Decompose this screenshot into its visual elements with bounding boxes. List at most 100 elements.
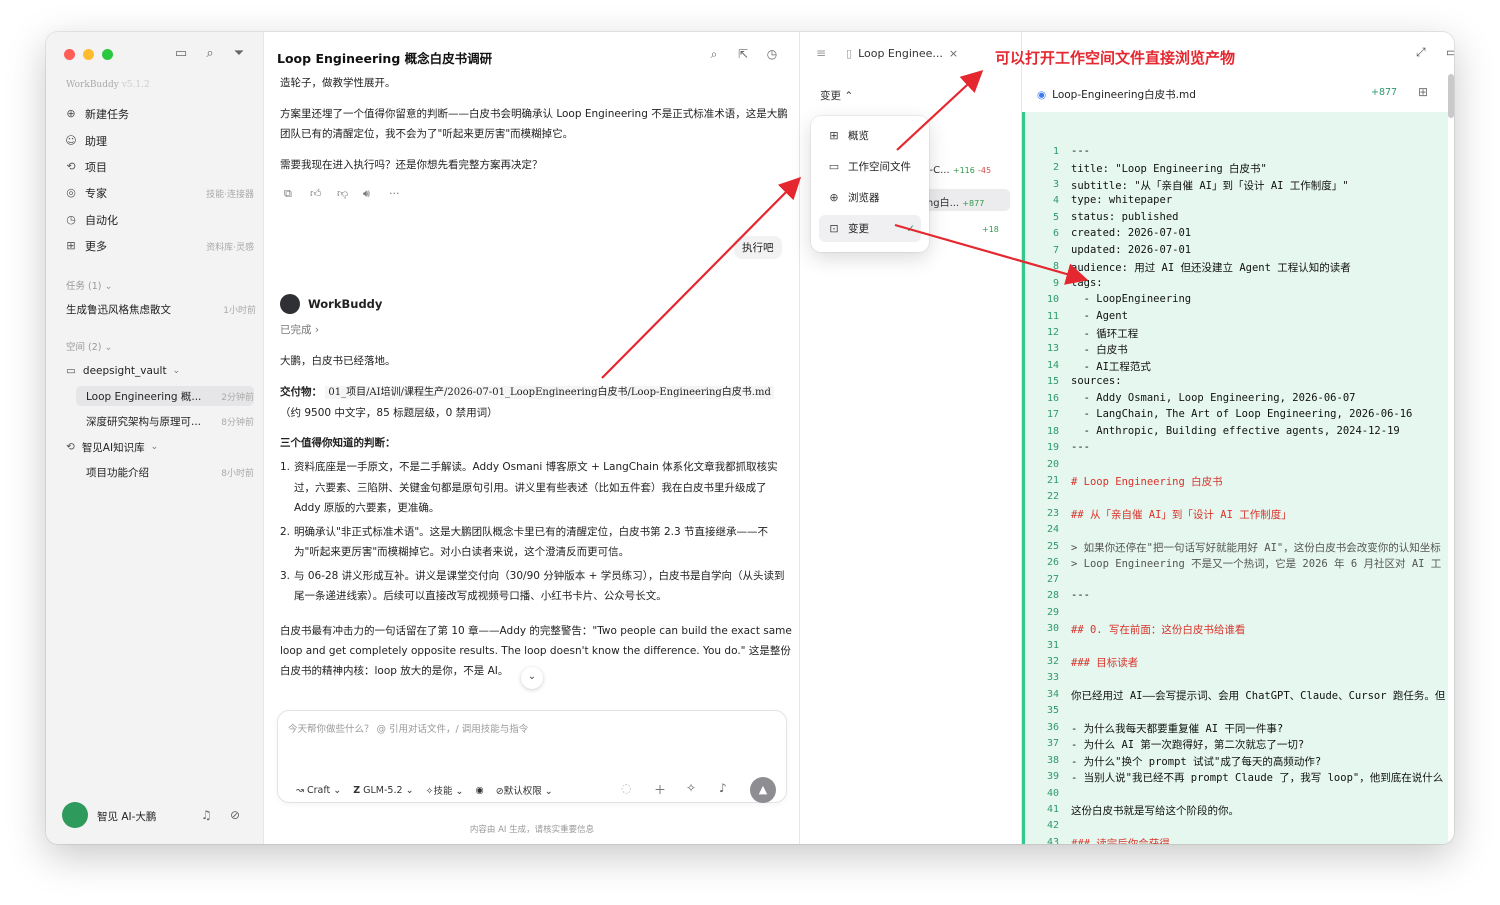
nav-automation[interactable]: ◷ 自动化 xyxy=(64,209,254,231)
agent-header: WorkBuddy xyxy=(280,294,382,314)
message-text: 造轮子，做教学性展开。 xyxy=(280,77,396,89)
avatar[interactable] xyxy=(62,802,88,828)
message-text: 需要我现在进入执行吗？还是你想先看完整方案再决定？ xyxy=(280,159,543,171)
line-number: 6 xyxy=(1052,228,1059,240)
space-deepsight-vault[interactable]: ▭ deepsight_vault ⌄ xyxy=(66,361,256,381)
list-icon[interactable]: ≡ xyxy=(816,46,826,60)
mode-select[interactable]: ↝ Craft ⌄ xyxy=(296,785,341,796)
nav-projects[interactable]: ⟲ 项目 xyxy=(64,156,254,178)
judgments-list: 1. 资料底座是一手原文，不是二手解读。Addy Osmani 博客原文 + La… xyxy=(280,457,790,610)
add-icon[interactable]: ＋ xyxy=(654,781,666,798)
zoom-window-button[interactable] xyxy=(102,49,113,60)
view-menu: ⊞ 概览 ▭ 工作空间文件 ⊕ 浏览器 ⊡ 变更 ✓ xyxy=(811,116,929,252)
line-number: 18 xyxy=(1046,425,1059,437)
status-completed[interactable]: 已完成 › xyxy=(280,322,319,337)
composer[interactable]: 今天帮你做些什么？ @ 引用对话文件，/ 调用技能与指令 ↝ Craft ⌄ Z… xyxy=(277,710,787,803)
message-text: 方案里还埋了一个值得你留意的判断——白皮书会明确承认 Loop Engineer… xyxy=(280,108,788,140)
code-line: - 白皮书 xyxy=(1071,344,1128,357)
line-number: 26 xyxy=(1046,557,1059,569)
code-line: sources: xyxy=(1071,375,1122,388)
code-line: type: whitepaper xyxy=(1071,194,1173,207)
code-line: created: 2026-07-01 xyxy=(1071,227,1192,240)
changes-dropdown[interactable]: 变更 ⌃ xyxy=(820,88,853,103)
editor-panel: ⤢ ▭ ◉ Loop-Engineering白皮书.md +877 ⊞ 1 --- 2… xyxy=(1022,32,1454,844)
line-number: 14 xyxy=(1046,359,1059,371)
expand-icon[interactable]: ⤢ xyxy=(1416,45,1426,60)
spaces-header[interactable]: 空间 (2) ⌄ xyxy=(66,339,112,353)
compass-icon[interactable]: ⊘ xyxy=(230,808,240,822)
message-text: 大鹏，白皮书已经落地。 xyxy=(280,355,396,367)
mic-icon[interactable]: ♪ xyxy=(719,781,727,795)
grid-icon: ⊞ xyxy=(829,129,839,142)
sparkle-icon[interactable]: ✧ xyxy=(686,781,696,795)
changed-file[interactable]: ring白... +877 xyxy=(920,194,984,209)
copy-icon[interactable]: ⧉ xyxy=(284,187,292,201)
more-icon[interactable]: ··· xyxy=(389,187,400,200)
send-button[interactable]: ▲ xyxy=(750,777,776,803)
nav-assistant[interactable]: ☺ 助理 xyxy=(64,130,254,152)
chat-panel: Loop Engineering 概念白皮书调研 ⌕ ⇱ ◷ 造轮子，做教学性展… xyxy=(264,32,800,844)
history-icon[interactable]: ◷ xyxy=(764,47,780,63)
line-number: 15 xyxy=(1046,376,1059,388)
line-number: 30 xyxy=(1046,623,1059,635)
file-tab[interactable]: ▯ Loop Enginee... × xyxy=(846,47,958,60)
layout-icon[interactable]: ⊞ xyxy=(1418,85,1428,99)
space-item-active[interactable]: Loop Engineering 概... 2分钟前 xyxy=(76,386,254,406)
close-icon[interactable]: × xyxy=(949,47,958,60)
bell-icon[interactable]: ♫ xyxy=(201,808,212,822)
user-message: 执行吧 xyxy=(734,236,782,259)
changed-file[interactable]: ...-C... +116 -45 xyxy=(920,165,991,176)
code-line: - Anthropic, Building effective agents, … xyxy=(1071,424,1400,437)
task-item[interactable]: 生成鲁迅风格焦虑散文 1小时前 xyxy=(66,299,256,319)
code-line: status: published xyxy=(1071,210,1179,223)
menu-item-workspace-files[interactable]: ▭ 工作空间文件 xyxy=(819,153,921,180)
search-icon[interactable]: ⌕ xyxy=(706,47,722,63)
menu-item-overview[interactable]: ⊞ 概览 xyxy=(819,122,921,149)
line-number: 9 xyxy=(1052,277,1059,289)
nav-experts[interactable]: ◎ 专家 技能·连接器 xyxy=(64,182,254,204)
scrollbar[interactable] xyxy=(1448,74,1454,118)
composer-input[interactable]: 今天帮你做些什么？ @ 引用对话文件，/ 调用技能与指令 xyxy=(288,721,528,735)
menu-item-changes[interactable]: ⊡ 变更 ✓ xyxy=(819,215,921,242)
code-editor[interactable]: 1 --- 2 title: "Loop Engineering 白皮书" 3 subti… xyxy=(1022,112,1448,844)
close-window-button[interactable] xyxy=(64,49,75,60)
nav-new-task[interactable]: ⊕ 新建任务 xyxy=(64,103,254,125)
thumbs-down-icon[interactable]: 👎︎ xyxy=(337,187,348,200)
speaker-icon[interactable]: 🔊︎ xyxy=(363,187,370,201)
toggle-sidebar-icon[interactable]: ▭ xyxy=(172,45,190,63)
deliverable-path[interactable]: 01_项目/AI培训/课程生产/2026-07-01_LoopEngineeri… xyxy=(325,386,774,399)
code-line: > 如果你还停在"把一句话写好就能用好 AI"，这份白皮书会改变你的认知坐标 xyxy=(1071,541,1441,554)
space-item[interactable]: 深度研究架构与原理可... 8分钟前 xyxy=(86,411,254,431)
share-icon[interactable]: ⇱ xyxy=(735,47,751,63)
user-name: 智见 AI-大鹏 xyxy=(97,811,157,823)
github-icon[interactable]: ◉ xyxy=(476,785,484,796)
code-line: - Agent xyxy=(1071,309,1128,322)
check-icon: ✓ xyxy=(906,222,915,235)
space-item[interactable]: 项目功能介绍 8小时前 xyxy=(86,462,254,482)
loading-icon: ◌ xyxy=(621,781,632,795)
space-knowledge-base[interactable]: ⟲ 智见AI知识库 ⌄ xyxy=(66,437,256,457)
model-select[interactable]: Z GLM-5.2 ⌄ xyxy=(353,785,413,796)
globe-icon: ⊕ xyxy=(829,191,839,204)
menu-item-browser[interactable]: ⊕ 浏览器 xyxy=(819,184,921,211)
line-number: 10 xyxy=(1046,294,1059,306)
code-line: --- xyxy=(1071,145,1090,157)
minimize-window-button[interactable] xyxy=(83,49,94,60)
line-number: 29 xyxy=(1046,606,1059,618)
changed-file[interactable]: +18 xyxy=(982,224,999,235)
skills-select[interactable]: ✧技能 ⌄ xyxy=(426,783,464,797)
scroll-down-button[interactable]: ⌄ xyxy=(521,667,543,689)
filter-icon[interactable]: ⏷ xyxy=(230,45,248,63)
line-number: 13 xyxy=(1046,343,1059,355)
tasks-header[interactable]: 任务 (1) ⌄ xyxy=(66,278,112,292)
panel-icon[interactable]: ▭ xyxy=(1446,45,1454,59)
line-number: 31 xyxy=(1046,639,1059,651)
nav-more[interactable]: ⊞ 更多 资料库·灵感 xyxy=(64,235,254,257)
line-number: 43 xyxy=(1046,836,1059,844)
expert-icon: ◎ xyxy=(66,186,76,199)
search-icon[interactable]: ⌕ xyxy=(201,45,219,63)
thumbs-up-icon[interactable]: 👍︎ xyxy=(310,187,322,200)
knowledge-icon: ⟲ xyxy=(66,441,75,453)
permission-select[interactable]: ⊘默认权限 ⌄ xyxy=(496,783,553,797)
changes-icon: ⊡ xyxy=(829,222,839,235)
